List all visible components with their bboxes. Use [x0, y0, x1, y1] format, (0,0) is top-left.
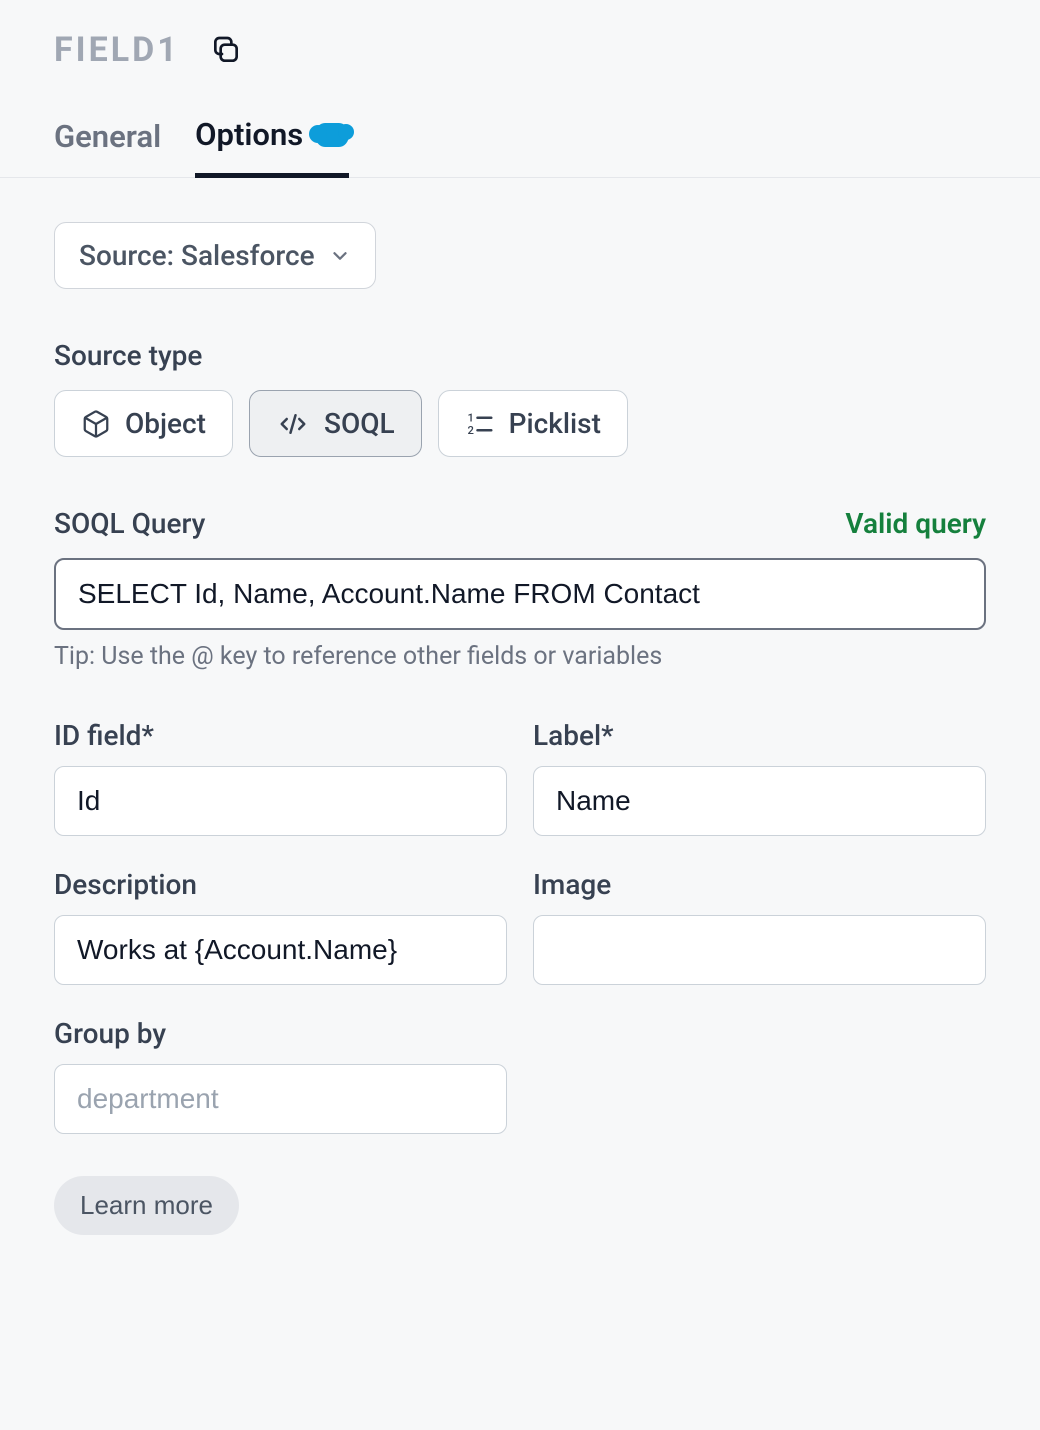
cube-icon — [81, 409, 111, 439]
tab-general-label: General — [54, 118, 161, 155]
description-field-label: Description — [54, 868, 507, 901]
tab-options[interactable]: Options — [195, 116, 349, 178]
salesforce-icon — [315, 123, 349, 147]
source-type-picklist-label: Picklist — [509, 407, 601, 440]
source-type-object-label: Object — [125, 407, 206, 440]
query-status: Valid query — [845, 507, 986, 540]
copy-icon[interactable] — [210, 34, 242, 66]
id-field-input[interactable] — [54, 766, 507, 836]
id-field-label: ID field* — [54, 719, 507, 752]
source-type-soql[interactable]: SOQL — [249, 390, 422, 457]
svg-text:2: 2 — [467, 424, 473, 437]
label-field-input[interactable] — [533, 766, 986, 836]
label-field-label: Label* — [533, 719, 986, 752]
image-field-input[interactable] — [533, 915, 986, 985]
description-field-input[interactable] — [54, 915, 507, 985]
soql-query-input[interactable] — [54, 558, 986, 630]
code-icon — [276, 409, 310, 439]
ordered-list-icon: 1 2 — [465, 409, 495, 439]
source-type-soql-label: SOQL — [324, 407, 395, 440]
image-field-label: Image — [533, 868, 986, 901]
source-select-label: Source: Salesforce — [79, 239, 315, 272]
chevron-down-icon — [329, 245, 351, 267]
soql-query-label: SOQL Query — [54, 507, 205, 540]
query-tip: Tip: Use the @ key to reference other fi… — [54, 642, 986, 671]
source-type-object[interactable]: Object — [54, 390, 233, 457]
source-type-picklist[interactable]: 1 2 Picklist — [438, 390, 628, 457]
source-select[interactable]: Source: Salesforce — [54, 222, 376, 289]
field-title: FIELD1 — [54, 30, 180, 70]
group-by-label: Group by — [54, 1017, 507, 1050]
group-by-input[interactable] — [54, 1064, 507, 1134]
tab-options-label: Options — [195, 116, 303, 153]
tab-general[interactable]: General — [54, 118, 161, 175]
learn-more-button[interactable]: Learn more — [54, 1176, 239, 1235]
source-type-label: Source type — [54, 339, 986, 372]
svg-text:1: 1 — [467, 411, 473, 424]
